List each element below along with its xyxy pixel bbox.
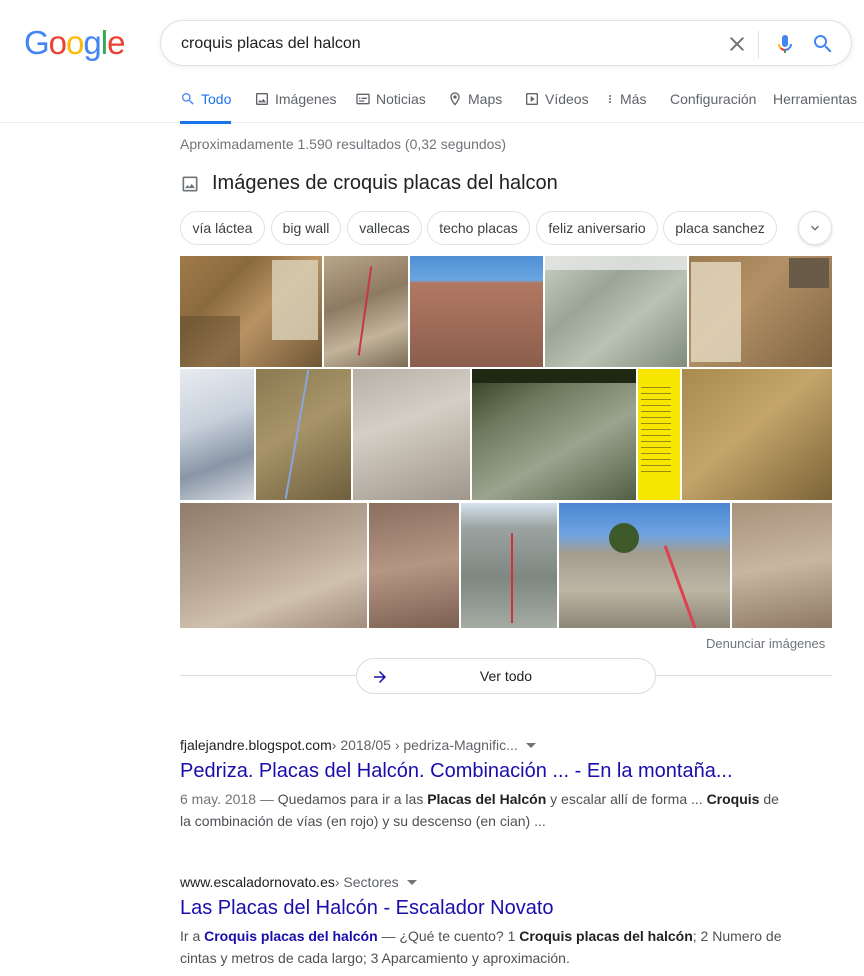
tab-maps[interactable]: Maps [447,86,502,123]
snippet-sitelink[interactable]: Croquis placas del halcón [204,928,378,944]
view-all-button[interactable]: Ver todo [356,658,656,694]
image-thumbnail[interactable] [369,503,459,628]
snippet-highlight: Placas del Halcón [427,791,547,807]
snippet-highlight: Croquis placas del halcón [519,928,693,944]
image-thumbnail[interactable] [545,256,687,367]
chip-via-lactea[interactable]: vía láctea [180,211,265,245]
caret-down-icon[interactable] [406,880,417,885]
chip-feliz-aniversario[interactable]: feliz aniversario [536,211,658,245]
clear-icon[interactable] [725,32,749,56]
search-input[interactable] [181,33,701,55]
result-stats: Aproximadamente 1.590 resultados (0,32 s… [180,136,507,152]
image-thumbnail[interactable] [180,369,254,500]
tab-configuracion[interactable]: Configuración [670,86,756,123]
tab-label: Vídeos [545,91,589,107]
image-thumbnail[interactable] [461,503,557,628]
snippet-text: y escalar allí de forma ... [546,791,707,807]
chip-big-wall[interactable]: big wall [271,211,341,245]
image-thumbnail[interactable] [638,369,680,500]
google-logo[interactable]: Google [24,24,125,61]
image-thumbnail[interactable] [324,256,408,367]
result-domain: www.escaladornovato.es [180,874,335,890]
tab-noticias[interactable]: Noticias [355,86,426,123]
search-box [160,20,852,66]
search-result: fjalejandre.blogspot.com › 2018/05 › ped… [180,737,790,832]
tab-imagenes[interactable]: Imágenes [254,86,336,123]
result-snippet: 6 may. 2018 — Quedamos para ir a las Pla… [180,788,790,832]
image-thumbnail[interactable] [410,256,543,367]
tab-label: Todo [201,91,232,107]
image-thumbnail[interactable] [353,369,470,500]
map-pin-icon [450,92,460,106]
logo-letter: g [83,24,101,61]
result-path: › Sectores [334,874,399,890]
search-icon [182,93,194,105]
image-thumbnail[interactable] [732,503,832,628]
result-domain: fjalejandre.blogspot.com [180,737,332,753]
result-url: www.escaladornovato.es › Sectores [180,874,790,890]
chevron-down-icon [811,225,819,231]
tab-label: Imágenes [275,91,337,107]
image-thumbnail[interactable] [180,256,322,367]
result-url: fjalejandre.blogspot.com › 2018/05 › ped… [180,737,790,753]
result-path: › 2018/05 › pedriza-Magnific... [331,737,518,753]
logo-letter: o [66,24,84,61]
tab-herramientas[interactable]: Herramientas [773,86,857,123]
logo-letter: G [24,24,50,61]
tab-label: Configuración [670,91,757,107]
chip-placa-sanchez[interactable]: placa sanchez [663,211,777,245]
tab-mas[interactable]: Más [604,86,646,123]
view-all-label: Ver todo [479,668,533,684]
image-thumbnail[interactable] [180,503,367,628]
result-title-link[interactable]: Pedriza. Placas del Halcón. Combinación … [180,760,790,783]
snippet-text: Quedamos para ir a las [277,791,428,807]
image-thumbnail[interactable] [682,369,832,500]
report-images-link[interactable]: Denunciar imágenes [706,636,825,651]
image-thumbnail[interactable] [689,256,832,367]
tab-label: Noticias [376,91,426,107]
chip-techo-placas[interactable]: techo placas [427,211,530,245]
caret-down-icon[interactable] [525,743,536,748]
tab-videos[interactable]: Vídeos [524,86,589,123]
search-tabs: Todo Imágenes Noticias Maps Vídeos Más C… [0,86,864,124]
result-title-link[interactable]: Las Placas del Halcón - Escalador Novato [180,897,790,920]
more-vert-icon [609,95,611,103]
logo-letter: o [48,24,67,61]
image-icon [256,93,268,105]
image-icon [182,176,198,191]
image-thumbnail[interactable] [472,369,636,500]
tab-label: Más [620,91,647,107]
news-icon [356,93,370,105]
arrow-right-icon [374,671,386,683]
snippet-text: — ¿Qué te cuento? 1 [377,928,520,944]
search-divider [758,31,759,59]
chip-vallecas[interactable]: vallecas [347,211,422,245]
image-thumbnail[interactable] [559,503,730,628]
snippet-text: Ir a [180,928,205,944]
result-date: 6 may. 2018 — [180,791,278,807]
image-thumbnail[interactable] [256,369,351,500]
video-icon [526,93,538,105]
search-icon[interactable] [811,32,835,56]
result-snippet: Ir a Croquis placas del halcón — ¿Qué te… [180,925,790,969]
logo-letter: e [107,24,125,61]
images-section-header[interactable]: Imágenes de croquis placas del halcon [180,172,558,195]
microphone-icon[interactable] [773,32,797,56]
tab-label: Herramientas [773,91,858,107]
tab-todo[interactable]: Todo [180,86,232,124]
chips-expand-button[interactable] [798,211,832,245]
tab-label: Maps [468,91,503,107]
search-result: www.escaladornovato.es › Sectores Las Pl… [180,874,790,969]
images-section-title: Imágenes de croquis placas del halcon [212,172,558,194]
snippet-highlight: Croquis [706,791,760,807]
